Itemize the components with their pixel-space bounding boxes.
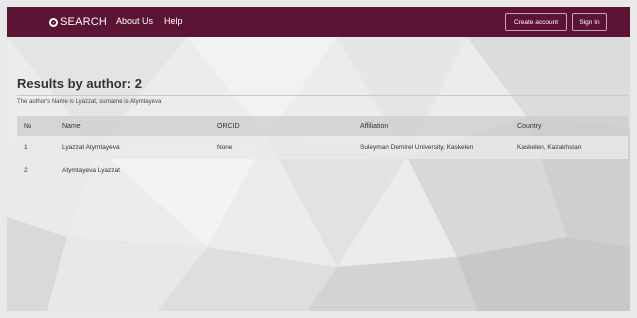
nav-link-help[interactable]: Help bbox=[164, 16, 183, 26]
table-header-row: № Name ORCID Affiliation Country bbox=[17, 116, 628, 136]
orcid-cell bbox=[210, 159, 353, 182]
row-number: 2 bbox=[24, 167, 28, 174]
create-account-button[interactable]: Create account bbox=[505, 13, 567, 31]
brand-link[interactable]: SEARCH bbox=[49, 14, 107, 30]
table-row[interactable]: 1 Lyazzat Atymtayeva None Suleyman Demir… bbox=[17, 136, 628, 159]
row-number: 1 bbox=[17, 136, 55, 159]
nav-link-about-us[interactable]: About Us bbox=[116, 16, 153, 26]
table-row[interactable]: 2 Atymtayeva Lyazzat bbox=[17, 159, 628, 182]
affiliation-cell: Suleyman Demirel University, Kaskelen bbox=[353, 136, 510, 159]
search-logo-icon bbox=[49, 17, 58, 27]
author-name-link[interactable]: Atymtayeva Lyazzat bbox=[55, 159, 210, 182]
orcid-cell: None bbox=[210, 136, 353, 159]
page-title: Results by author: 2 bbox=[17, 76, 142, 91]
column-header-affiliation: Affiliation bbox=[353, 116, 510, 136]
column-header-orcid: ORCID bbox=[210, 116, 353, 136]
sign-in-button[interactable]: Sign In bbox=[572, 13, 607, 31]
author-name-link[interactable]: Lyazzat Atymtayeva bbox=[55, 136, 210, 159]
affiliation-cell bbox=[353, 159, 510, 182]
country-cell: Kaskelen, Kazakhstan bbox=[510, 136, 628, 159]
country-cell bbox=[510, 159, 628, 182]
page: SEARCH About Us Help Create account Sign… bbox=[7, 7, 630, 311]
results-table: № Name ORCID Affiliation Country 1 Lyazz… bbox=[17, 116, 628, 182]
brand-label: SEARCH bbox=[60, 16, 108, 28]
column-header-number: № bbox=[17, 116, 55, 136]
column-header-country: Country bbox=[510, 116, 628, 136]
column-header-name: Name bbox=[55, 116, 210, 136]
top-navbar: SEARCH About Us Help Create account Sign… bbox=[7, 7, 630, 37]
search-description: The author's Name is Lyazzat, surname is… bbox=[17, 99, 162, 105]
title-divider bbox=[17, 95, 628, 96]
